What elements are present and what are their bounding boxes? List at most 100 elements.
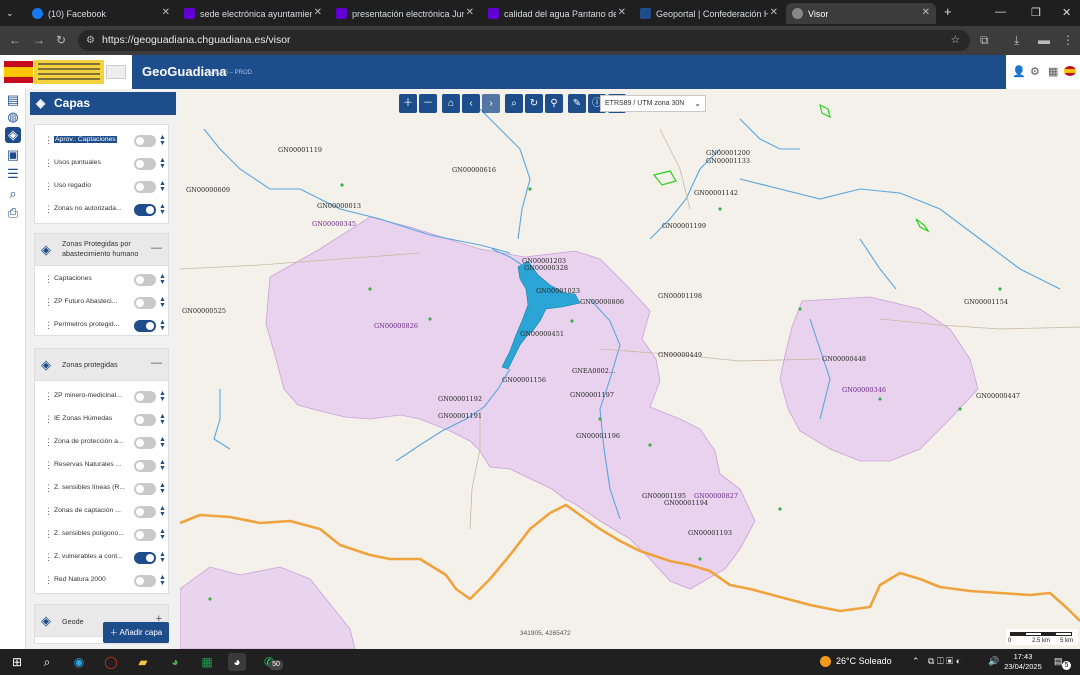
- forward-icon[interactable]: ›: [482, 94, 500, 113]
- new-tab-button[interactable]: +: [944, 4, 952, 19]
- print-icon[interactable]: ⎙: [5, 205, 21, 221]
- map-label[interactable]: GN00001192: [438, 395, 482, 403]
- layer-row[interactable]: ⋮ Z. sensibles polígono... ▲ ▼: [35, 527, 168, 543]
- drag-handle-icon[interactable]: ⋮: [44, 204, 53, 215]
- edge-icon[interactable]: ◉: [70, 653, 88, 671]
- close-icon[interactable]: ✕: [314, 7, 322, 18]
- close-window-icon[interactable]: ✕: [1062, 6, 1071, 19]
- reorder-icon[interactable]: ▲ ▼: [159, 390, 166, 403]
- minimize-icon[interactable]: —: [995, 6, 1006, 18]
- chrome-active-icon[interactable]: ◕: [228, 653, 246, 671]
- map-label[interactable]: GN00000448: [822, 355, 866, 363]
- layer-row[interactable]: ⋮ Uso regadío ▲ ▼: [35, 179, 168, 195]
- map-label[interactable]: GN00000525: [182, 307, 226, 315]
- drag-handle-icon[interactable]: ⋮: [44, 506, 53, 517]
- close-icon[interactable]: ✕: [770, 7, 778, 18]
- collapse-icon[interactable]: —: [151, 357, 162, 369]
- close-icon[interactable]: ✕: [162, 7, 170, 18]
- drag-handle-icon[interactable]: ⋮: [44, 320, 53, 331]
- notes-icon[interactable]: ☰: [5, 166, 21, 182]
- layer-toggle[interactable]: [134, 552, 156, 564]
- refresh-icon[interactable]: ↻: [525, 94, 543, 113]
- volume-icon[interactable]: 🔊: [988, 656, 999, 667]
- layer-row[interactable]: ⋮ Zonas no autorizada... ▲ ▼: [35, 202, 168, 218]
- crs-select[interactable]: ETRS89 / UTM zona 30N ⌄: [600, 95, 706, 112]
- reorder-icon[interactable]: ▲ ▼: [159, 157, 166, 170]
- tab-0[interactable]: (10) Facebook ✕: [26, 3, 176, 24]
- home-icon[interactable]: ⌂: [442, 94, 460, 113]
- layer-toggle[interactable]: [134, 297, 156, 309]
- gear-icon[interactable]: ⚙: [1030, 65, 1040, 78]
- government-logo[interactable]: [0, 55, 132, 89]
- reorder-icon[interactable]: ▲ ▼: [159, 574, 166, 587]
- globe-icon[interactable]: ◍: [5, 109, 21, 125]
- zoom-out-icon[interactable]: －: [419, 94, 437, 113]
- map-label[interactable]: GNEA0002…: [572, 367, 615, 375]
- reorder-icon[interactable]: ▲ ▼: [159, 528, 166, 541]
- opera-icon[interactable]: ◯: [102, 653, 120, 671]
- map-label[interactable]: GN00000449: [658, 351, 702, 359]
- url-field[interactable]: ⚙ https://geoguadiana.chguadiana.es/viso…: [78, 30, 970, 51]
- tab-5[interactable]: Visor ✕: [786, 3, 936, 24]
- drag-handle-icon[interactable]: ⋮: [44, 297, 53, 308]
- map-label[interactable]: GN00001156: [502, 376, 546, 384]
- reorder-icon[interactable]: ▲ ▼: [159, 319, 166, 332]
- reorder-icon[interactable]: ▲ ▼: [159, 459, 166, 472]
- weather-widget[interactable]: 26°C Soleado: [820, 656, 892, 668]
- back-icon[interactable]: ←: [9, 33, 21, 47]
- map-label[interactable]: GN00001198: [658, 292, 702, 300]
- close-icon[interactable]: ✕: [466, 7, 474, 18]
- layer-toggle[interactable]: [134, 437, 156, 449]
- drag-handle-icon[interactable]: ⋮: [44, 437, 53, 448]
- layer-toggle[interactable]: [134, 181, 156, 193]
- reload-icon[interactable]: ↻: [56, 33, 66, 47]
- drag-handle-icon[interactable]: ⋮: [44, 181, 53, 192]
- drag-handle-icon[interactable]: ⋮: [44, 391, 53, 402]
- map-label[interactable]: GN00000345: [312, 220, 356, 228]
- reorder-icon[interactable]: ▲ ▼: [159, 273, 166, 286]
- zoom-in-icon[interactable]: ＋: [399, 94, 417, 113]
- layer-row[interactable]: ⋮ ZP Futuro Abasteci... ▲ ▼: [35, 295, 168, 311]
- layer-row[interactable]: ⋮ Red Natura 2000 ▲ ▼: [35, 573, 168, 589]
- tab-2[interactable]: presentación electrónica Junta ✕: [330, 3, 480, 24]
- tab-4[interactable]: Geoportal | Confederación Hid ✕: [634, 3, 784, 24]
- drag-handle-icon[interactable]: ⋮: [44, 135, 53, 146]
- drag-handle-icon[interactable]: ⋮: [44, 460, 53, 471]
- reorder-icon[interactable]: ▲ ▼: [159, 203, 166, 216]
- profile-icon[interactable]: ▬: [1038, 33, 1050, 47]
- zoom-box-icon[interactable]: ⌕: [505, 94, 523, 113]
- drag-handle-icon[interactable]: ⋮: [44, 274, 53, 285]
- map-label[interactable]: GN00001197: [570, 391, 614, 399]
- restore-icon[interactable]: ❐: [1031, 6, 1041, 19]
- map-label[interactable]: GN00000328: [524, 264, 568, 272]
- layer-toggle[interactable]: [134, 483, 156, 495]
- drag-handle-icon[interactable]: ⋮: [44, 575, 53, 586]
- map-label[interactable]: GN00001119: [278, 146, 322, 154]
- clock[interactable]: 17:43 23/04/2025: [1000, 652, 1046, 672]
- search-icon[interactable]: ⌕: [38, 653, 56, 671]
- layer-row[interactable]: ⋮ Usos puntuales ▲ ▼: [35, 156, 168, 172]
- windows-start-icon[interactable]: ⊞: [8, 653, 26, 671]
- layer-toggle[interactable]: [134, 460, 156, 472]
- layer-row[interactable]: ⋮ IE Zonas Húmedas ▲ ▼: [35, 412, 168, 428]
- star-icon[interactable]: ☆: [951, 30, 960, 51]
- map-canvas[interactable]: GN00001119 GN00000609 GN00000616 GN00000…: [180, 89, 1080, 649]
- layer-row[interactable]: ⋮ Perímetros protegid... ▲ ▼: [35, 318, 168, 334]
- apps-grid-icon[interactable]: ▦: [1048, 65, 1058, 78]
- map-label[interactable]: GN00000451: [520, 330, 564, 338]
- site-info-icon[interactable]: ⚙: [86, 30, 95, 51]
- map-label[interactable]: GN00001194: [664, 499, 708, 507]
- drag-handle-icon[interactable]: ⋮: [44, 529, 53, 540]
- layer-toggle[interactable]: [134, 391, 156, 403]
- reorder-icon[interactable]: ▲ ▼: [159, 180, 166, 193]
- map-label[interactable]: GN00001196: [576, 432, 620, 440]
- search-icon[interactable]: ⌕: [5, 186, 21, 202]
- close-icon[interactable]: ✕: [922, 7, 930, 18]
- download-icon[interactable]: ⤓: [1014, 33, 1019, 48]
- layer-toggle[interactable]: [134, 135, 156, 147]
- file-explorer-icon[interactable]: ▰: [134, 653, 152, 671]
- layer-row[interactable]: ⋮ Z. sensibles líneas (R... ▲ ▼: [35, 481, 168, 497]
- map-label[interactable]: GN00000616: [452, 166, 496, 174]
- map-label[interactable]: GN00001200: [706, 149, 750, 157]
- reorder-icon[interactable]: ▲ ▼: [159, 482, 166, 495]
